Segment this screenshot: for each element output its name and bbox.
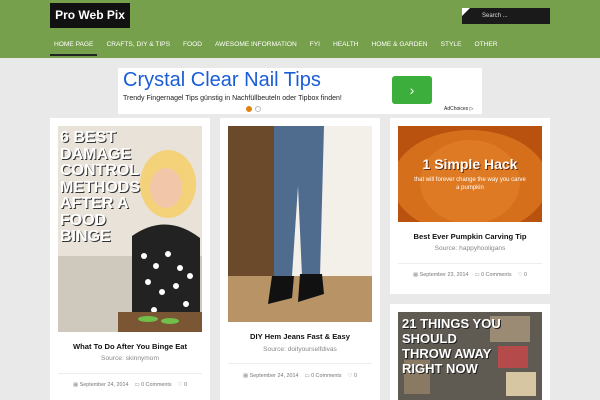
ad-pagination xyxy=(246,106,261,112)
site-logo[interactable]: Pro Web Pix xyxy=(50,3,130,28)
post-title[interactable]: What To Do After You Binge Eat xyxy=(50,342,210,351)
post-comments[interactable]: 0 Comments xyxy=(141,382,172,388)
divider xyxy=(58,373,202,374)
nav-item-home[interactable]: HOME PAGE xyxy=(50,34,98,56)
nav-item-food[interactable]: FOOD xyxy=(179,34,206,56)
main-nav: HOME PAGE CRAFTS, DIY & TIPS FOOD AWESOM… xyxy=(50,34,507,58)
site-header: Pro Web Pix Search ... HOME PAGE CRAFTS,… xyxy=(0,0,600,58)
post-source[interactable]: Source: skinnymom xyxy=(50,355,210,362)
comment-icon: ▭ xyxy=(474,272,480,278)
post-date: September 24, 2014 xyxy=(79,382,129,388)
calendar-icon: ▦ xyxy=(413,272,419,278)
ad-dot-1[interactable] xyxy=(246,106,252,112)
post-meta: ▦ September 24, 2014 ▭ 0 Comments ♡ 0 xyxy=(50,382,210,388)
post-meta: ▦ September 23, 2014 ▭ 0 Comments ♡ 0 xyxy=(390,272,550,278)
post-image[interactable] xyxy=(228,126,372,322)
post-image[interactable]: 1 Simple Hack that will forever change t… xyxy=(398,126,542,222)
post-likes: 0 xyxy=(183,382,187,388)
post-card: 21 THINGS YOU SHOULD THROW AWAY RIGHT NO… xyxy=(390,304,550,400)
post-card: 1 Simple Hack that will forever change t… xyxy=(390,118,550,294)
post-card: 6 BEST DAMAGE CONTROL METHODS AFTER A FO… xyxy=(50,118,210,400)
post-source[interactable]: Source: happyhooligans xyxy=(390,245,550,252)
nav-item-home-garden[interactable]: HOME & GARDEN xyxy=(368,34,432,56)
heart-icon[interactable]: ♡ xyxy=(348,373,353,379)
post-date: September 24, 2014 xyxy=(249,373,299,379)
nav-item-health[interactable]: HEALTH xyxy=(329,34,363,56)
post-image[interactable]: 21 THINGS YOU SHOULD THROW AWAY RIGHT NO… xyxy=(398,312,542,400)
post-meta: ▦ September 24, 2014 ▭ 0 Comments ♡ 0 xyxy=(220,373,380,379)
heart-icon[interactable]: ♡ xyxy=(518,272,523,278)
divider xyxy=(398,263,542,264)
post-card: DIY Hem Jeans Fast & Easy Source: doityo… xyxy=(220,118,380,400)
post-image-caption: 21 THINGS YOU SHOULD THROW AWAY RIGHT NO… xyxy=(402,316,501,376)
post-image-caption: 6 BEST DAMAGE CONTROL METHODS AFTER A FO… xyxy=(60,129,140,245)
post-comments[interactable]: 0 Comments xyxy=(481,272,512,278)
post-image-subcaption: that will forever change the way you car… xyxy=(414,177,526,191)
nav-item-other[interactable]: OTHER xyxy=(470,34,501,56)
post-title[interactable]: Best Ever Pumpkin Carving Tip xyxy=(390,232,550,241)
comment-icon: ▭ xyxy=(134,382,140,388)
nav-item-fyi[interactable]: FYI xyxy=(306,34,324,56)
calendar-icon: ▦ xyxy=(243,373,249,379)
post-comments[interactable]: 0 Comments xyxy=(311,373,342,379)
ad-dot-2[interactable] xyxy=(255,106,261,112)
nav-item-crafts[interactable]: CRAFTS, DIY & TIPS xyxy=(102,34,174,56)
heart-icon[interactable]: ♡ xyxy=(178,382,183,388)
calendar-icon: ▦ xyxy=(73,382,79,388)
post-date: September 23, 2014 xyxy=(419,272,469,278)
post-illustration xyxy=(228,126,372,322)
ad-arrow-button[interactable]: › xyxy=(392,76,432,104)
post-likes: 0 xyxy=(353,373,357,379)
post-source[interactable]: Source: doityourselfdivas xyxy=(220,346,380,353)
search-corner-decoration xyxy=(462,8,470,16)
post-image[interactable]: 6 BEST DAMAGE CONTROL METHODS AFTER A FO… xyxy=(58,126,202,332)
search-input[interactable]: Search ... xyxy=(462,8,550,24)
ad-title[interactable]: Crystal Clear Nail Tips xyxy=(123,69,321,92)
ad-choices-link[interactable]: AdChoices ▷ xyxy=(444,106,473,112)
post-title[interactable]: DIY Hem Jeans Fast & Easy xyxy=(220,332,380,341)
ad-banner[interactable]: Crystal Clear Nail Tips Trendy Fingernag… xyxy=(118,68,482,114)
nav-item-style[interactable]: STYLE xyxy=(437,34,466,56)
pumpkin-illustration xyxy=(398,126,542,222)
post-likes: 0 xyxy=(523,272,527,278)
divider xyxy=(228,363,372,364)
comment-icon: ▭ xyxy=(304,373,310,379)
post-image-caption: 1 Simple Hack xyxy=(422,156,518,172)
ad-text: Trendy Fingernagel Tips günstig in Nachf… xyxy=(123,95,342,102)
nav-item-awesome-information[interactable]: AWESOME INFORMATION xyxy=(211,34,301,56)
